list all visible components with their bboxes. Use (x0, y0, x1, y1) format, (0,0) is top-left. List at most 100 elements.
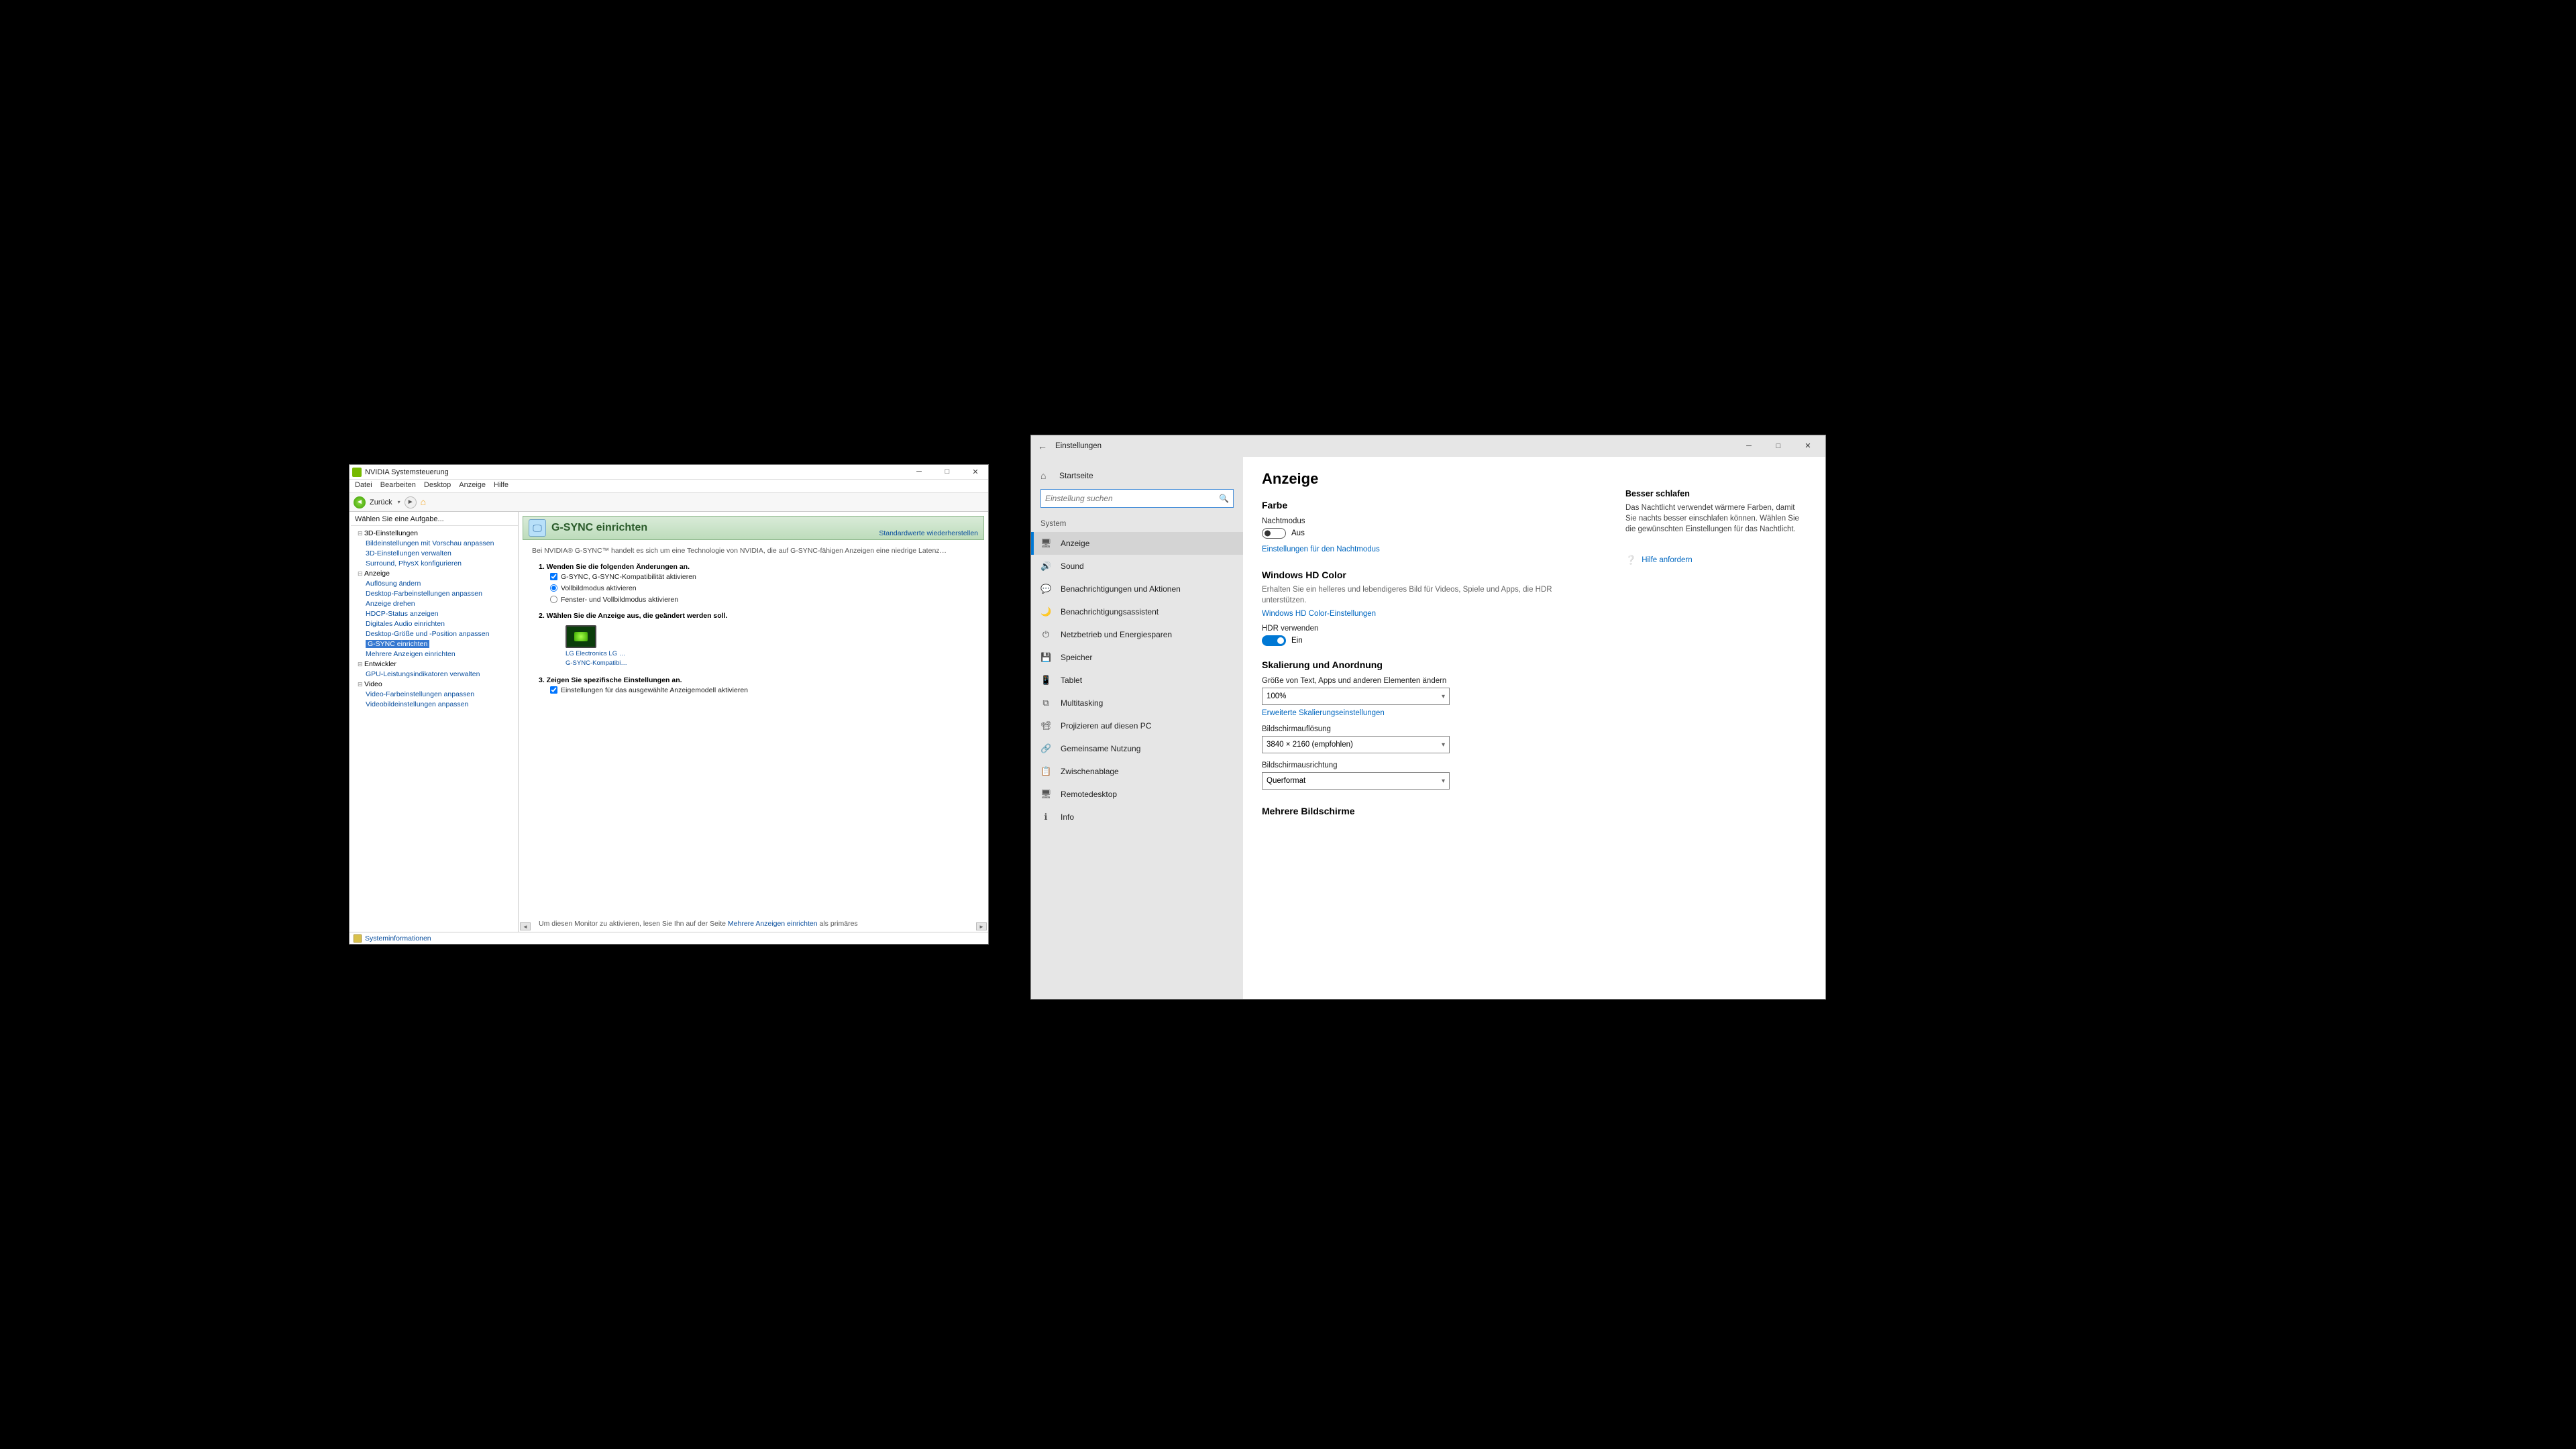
scale-value: 100% (1267, 692, 1286, 700)
tree-item[interactable]: Surround, PhysX konfigurieren (366, 559, 462, 568)
panel-banner: 🖵 G-SYNC einrichten Standardwerte wieder… (523, 516, 984, 540)
focus-icon: 🌙 (1040, 606, 1051, 617)
nvidia-menubar: Datei Bearbeiten Desktop Anzeige Hilfe (350, 480, 988, 493)
notifications-icon: 💬 (1040, 584, 1051, 594)
sidebar-item-multitasking[interactable]: ⧉ Multitasking (1031, 692, 1243, 714)
sidebar-item-project[interactable]: 📽 Projizieren auf diesen PC (1031, 714, 1243, 737)
sidebar-search[interactable]: 🔍 (1040, 489, 1234, 508)
forward-icon[interactable]: ► (405, 496, 417, 508)
back-label: Zurück (370, 498, 392, 506)
panel-intro: Bei NVIDIA® G-SYNC™ handelt es sich um e… (523, 540, 984, 559)
sidebar-item-focus-assist[interactable]: 🌙 Benachrichtigungsassistent (1031, 600, 1243, 623)
nightmode-settings-link[interactable]: Einstellungen für den Nachtmodus (1262, 545, 1380, 553)
sidebar-item-notifications[interactable]: 💬 Benachrichtigungen und Aktionen (1031, 578, 1243, 600)
tree-category-display[interactable]: Anzeige (358, 569, 515, 579)
minimize-button[interactable]: ─ (909, 468, 929, 476)
hscroll-right-icon[interactable]: ► (976, 922, 987, 930)
tree-item[interactable]: Videobildeinstellungen anpassen (366, 700, 468, 708)
search-input[interactable] (1045, 494, 1219, 503)
multitask-icon: ⧉ (1040, 698, 1051, 708)
multi-display-link[interactable]: Mehrere Anzeigen einrichten (728, 920, 818, 928)
orientation-label: Bildschirmausrichtung (1262, 761, 1599, 769)
tree-item[interactable]: Digitales Audio einrichten (366, 620, 445, 628)
sidebar-item-clipboard[interactable]: 📋 Zwischenablage (1031, 760, 1243, 783)
home-icon[interactable]: ⌂ (421, 496, 433, 508)
nvidia-titlebar[interactable]: NVIDIA Systemsteuerung ─ □ ✕ (350, 465, 988, 480)
sidebar-item-info[interactable]: ℹ Info (1031, 806, 1243, 828)
windowed-radio[interactable] (550, 596, 557, 603)
close-button[interactable]: ✕ (1793, 437, 1823, 455)
sidebar-item-shared[interactable]: 🔗 Gemeinsame Nutzung (1031, 737, 1243, 760)
multi-display-heading: Mehrere Bildschirme (1262, 806, 1599, 816)
tree-item[interactable]: Desktop-Größe und -Position anpassen (366, 630, 489, 638)
sidebar-item-power[interactable]: ⏻ Netzbetrieb und Energiesparen (1031, 623, 1243, 646)
tree-item[interactable]: Video-Farbeinstellungen anpassen (366, 690, 474, 698)
sidebar-item-remote[interactable]: 🖥 Remotedesktop (1031, 783, 1243, 806)
power-icon: ⏻ (1040, 629, 1051, 640)
systeminfo-link[interactable]: Systeminformationen (365, 934, 431, 943)
hdcolor-link[interactable]: Windows HD Color-Einstellungen (1262, 610, 1376, 618)
back-icon[interactable]: ◄ (354, 496, 366, 508)
menu-help[interactable]: Hilfe (494, 481, 508, 491)
settings-titlebar[interactable]: ← Einstellungen ─ □ ✕ (1031, 435, 1825, 457)
tree-item[interactable]: Desktop-Farbeinstellungen anpassen (366, 590, 482, 598)
clipboard-icon: 📋 (1040, 766, 1051, 777)
tree-item[interactable]: GPU-Leistungsindikatoren verwalten (366, 670, 480, 678)
info-icon: ℹ (1040, 812, 1051, 822)
task-header: Wählen Sie eine Aufgabe... (351, 513, 518, 526)
restore-defaults-link[interactable]: Standardwerte wiederherstellen (879, 529, 978, 537)
menu-display[interactable]: Anzeige (459, 481, 486, 491)
panel-footer: Um diesen Monitor zu aktivieren, lesen S… (539, 920, 858, 928)
orientation-dropdown[interactable]: Querformat ▾ (1262, 772, 1450, 790)
menu-desktop[interactable]: Desktop (424, 481, 451, 491)
model-settings-checkbox[interactable] (550, 686, 557, 694)
sidebar-home[interactable]: ⌂ Startseite (1031, 465, 1243, 486)
chevron-down-icon: ▾ (1442, 741, 1445, 749)
resolution-dropdown[interactable]: 3840 × 2160 (empfohlen) ▾ (1262, 736, 1450, 753)
tree-item[interactable]: 3D-Einstellungen verwalten (366, 549, 451, 557)
scale-dropdown[interactable]: 100% ▾ (1262, 688, 1450, 705)
sidebar-item-tablet[interactable]: 📱 Tablet (1031, 669, 1243, 692)
tree-category-3d[interactable]: 3D-Einstellungen (358, 529, 515, 539)
sidebar-item-sound[interactable]: 🔊 Sound (1031, 555, 1243, 578)
scale-heading: Skalierung und Anordnung (1262, 659, 1599, 670)
maximize-button[interactable]: □ (937, 468, 957, 476)
minimize-button[interactable]: ─ (1734, 437, 1764, 455)
tree-item[interactable]: Auflösung ändern (366, 580, 421, 588)
get-help-link[interactable]: Hilfe anfordern (1642, 556, 1692, 564)
tree-item-gsync[interactable]: G-SYNC einrichten (366, 640, 429, 648)
search-icon: 🔍 (1219, 494, 1229, 503)
hscroll-left-icon[interactable]: ◄ (520, 922, 531, 930)
fullscreen-label: Vollbildmodus aktivieren (561, 584, 637, 592)
menu-file[interactable]: Datei (355, 481, 372, 491)
chevron-down-icon: ▾ (1442, 693, 1445, 700)
sidebar-item-storage[interactable]: 💾 Speicher (1031, 646, 1243, 669)
step2-title: 2. Wählen Sie die Anzeige aus, die geänd… (539, 612, 981, 620)
tree-category-developer[interactable]: Entwickler (358, 659, 515, 669)
sidebar-item-display[interactable]: 🖥 Anzeige (1031, 532, 1243, 555)
nvidia-toolbar: ◄ Zurück ▾ ► ⌂ (350, 493, 988, 512)
gsync-enable-checkbox[interactable] (550, 573, 557, 580)
back-dropdown-icon[interactable]: ▾ (398, 499, 400, 505)
back-arrow-icon[interactable]: ← (1038, 441, 1047, 451)
nightmode-toggle[interactable]: Aus (1262, 528, 1599, 539)
tree-item[interactable]: Bildeinstellungen mit Vorschau anpassen (366, 539, 494, 547)
display-name: LG Electronics LG … (566, 650, 625, 657)
tree-item[interactable]: HDCP-Status anzeigen (366, 610, 439, 618)
close-button[interactable]: ✕ (965, 468, 985, 476)
nvidia-content-pane: 🖵 G-SYNC einrichten Standardwerte wieder… (519, 512, 988, 932)
tree-item[interactable]: Mehrere Anzeigen einrichten (366, 650, 455, 658)
hdr-toggle[interactable]: Ein (1262, 635, 1599, 646)
remote-icon: 🖥 (1040, 789, 1051, 800)
windowed-label: Fenster- und Vollbildmodus aktivieren (561, 596, 678, 604)
maximize-button[interactable]: □ (1764, 437, 1793, 455)
ext-scale-link[interactable]: Erweiterte Skalierungseinstellungen (1262, 709, 1385, 717)
fullscreen-radio[interactable] (550, 584, 557, 592)
menu-edit[interactable]: Bearbeiten (380, 481, 416, 491)
project-icon: 📽 (1040, 720, 1051, 731)
display-monitor-icon[interactable] (566, 625, 596, 648)
nvidia-control-panel-window: NVIDIA Systemsteuerung ─ □ ✕ Datei Bearb… (349, 464, 989, 945)
nightmode-label: Nachtmodus (1262, 517, 1599, 525)
tree-category-video[interactable]: Video (358, 680, 515, 690)
tree-item[interactable]: Anzeige drehen (366, 600, 415, 608)
